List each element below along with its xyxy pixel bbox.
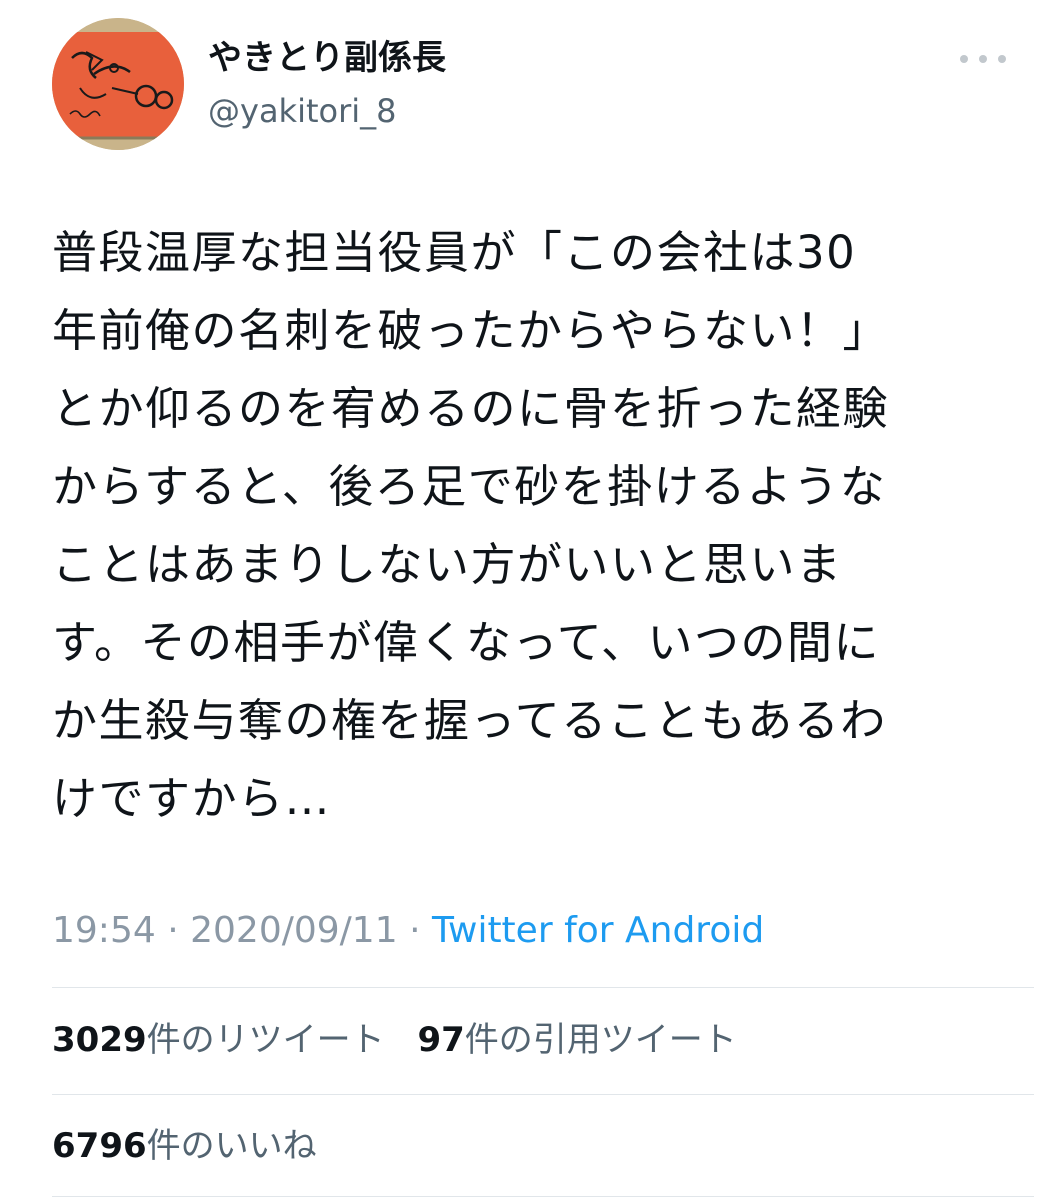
tweet-line: とか仰るのを宥めるのに骨を折った経験 <box>52 382 890 435</box>
quotes-label: 件の引用ツイート <box>464 1020 737 1060</box>
meta-separator: · <box>167 910 179 951</box>
retweets-label: 件のリツイート <box>146 1020 385 1060</box>
tweet-source-link[interactable]: Twitter for Android <box>432 910 764 951</box>
tweet-meta: 19:54 · 2020/09/11 · Twitter for Android <box>52 908 764 954</box>
tweet-line: ことはあまりしない方がいいと思いま <box>52 538 843 591</box>
divider <box>52 987 1034 988</box>
tweet-line: す。その相手が偉くなって、いつの間に <box>52 616 881 669</box>
tweet-time[interactable]: 19:54 <box>52 910 156 951</box>
more-options-button[interactable] <box>960 44 1006 74</box>
tweet-line: からすると、後ろ足で砂を掛けるような <box>52 460 887 513</box>
likes-count: 6796 <box>52 1126 147 1166</box>
more-dot-icon <box>979 55 987 63</box>
stats-row-likes: 6796件のいいね <box>52 1124 317 1168</box>
divider <box>52 1196 1034 1197</box>
tweet-line: か生殺与奪の権を握ってることもあるわ <box>52 694 887 747</box>
user-handle[interactable]: @yakitori_8 <box>208 90 397 132</box>
meta-separator: · <box>409 910 421 951</box>
tweet-date[interactable]: 2020/09/11 <box>190 910 398 951</box>
more-dot-icon <box>960 55 968 63</box>
stats-row-retweets: 3029件のリツイート 97件の引用ツイート <box>52 1018 737 1062</box>
quotes-stat[interactable]: 97件の引用ツイート <box>417 1020 736 1060</box>
avatar-doodle-icon <box>52 18 184 150</box>
display-name[interactable]: やきとり副係長 <box>208 36 446 80</box>
avatar[interactable] <box>52 18 184 150</box>
tweet-line: 普段温厚な担当役員が「この会社は30 <box>52 226 857 279</box>
tweet-line: けですから… <box>52 772 332 825</box>
more-dot-icon <box>998 55 1006 63</box>
tweet-text: 普段温厚な担当役員が「この会社は30 年前俺の名刺を破ったからやらない！」 とか… <box>52 214 1022 838</box>
retweets-stat[interactable]: 3029件のリツイート <box>52 1020 385 1060</box>
quotes-count: 97 <box>417 1020 465 1060</box>
retweets-count: 3029 <box>52 1020 147 1060</box>
likes-stat[interactable]: 6796件のいいね <box>52 1126 317 1166</box>
tweet-line: 年前俺の名刺を破ったからやらない！」 <box>52 304 890 357</box>
likes-label: 件のいいね <box>146 1126 317 1166</box>
divider <box>52 1094 1034 1095</box>
